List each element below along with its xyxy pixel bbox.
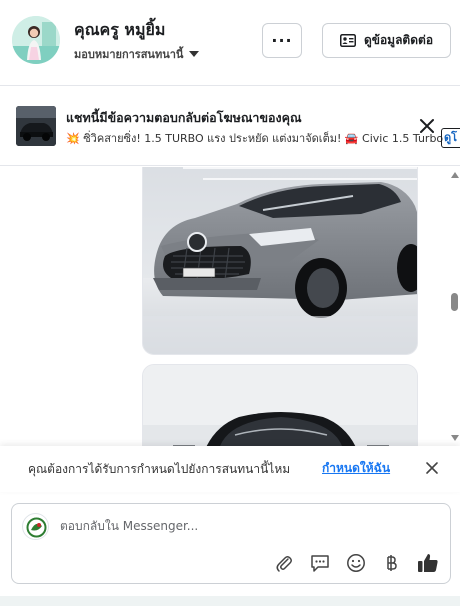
view-contact-info-button[interactable]: ดูข้อมูลติดต่อ [322, 23, 451, 58]
car-photo-front-view [143, 365, 417, 446]
assign-prompt-bar: คุณต้องการได้รับการกำหนดไปยังการสนทนานี้… [0, 446, 460, 492]
contact-name: คุณครู หมูยิ้ม [74, 20, 166, 39]
ad-reply-banner: แชทนี้มีข้อความตอบกลับต่อโฆษณาของคุณ 💥 ซ… [0, 86, 460, 166]
message-photo-car-top[interactable] [142, 364, 418, 446]
ad-banner-close-glyph [420, 119, 434, 133]
assign-to-me-link[interactable]: กำหนดให้ฉัน [322, 459, 390, 478]
saved-reply-icon[interactable] [309, 552, 331, 574]
thumbs-up-icon[interactable] [417, 552, 439, 574]
conversation-header: คุณครู หมูยิ้ม มอบหมายการสนทนานี้ ··· ดู… [0, 0, 460, 86]
contact-info-label: ดูข้อมูลติดต่อ [363, 33, 434, 47]
contact-card-icon [339, 34, 356, 47]
reply-message-input[interactable] [60, 516, 430, 536]
footer-strip [0, 596, 460, 606]
assign-conversation-dropdown[interactable]: มอบหมายการสนทนานี้ [74, 45, 200, 63]
thumbs-up-glyph [418, 554, 438, 572]
ad-car-image [16, 106, 56, 146]
avatar-photo [12, 16, 60, 64]
ad-message-snippet: 💥 ซิ่วิคสายซิ่ง! 1.5 TURBO แรง ประหยัด แ… [66, 132, 444, 145]
ad-thumbnail[interactable] [16, 106, 56, 146]
baht-glyph [387, 555, 397, 571]
close-icon[interactable] [418, 117, 436, 135]
emoji-icon[interactable] [345, 552, 367, 574]
attachment-glyph [276, 556, 292, 572]
emoji-glyph [347, 554, 365, 572]
scroll-down-arrow-icon[interactable] [451, 435, 459, 441]
message-photo-car-front[interactable] [142, 167, 418, 355]
message-thread[interactable] [0, 167, 460, 446]
more-options-button[interactable]: ··· [262, 23, 302, 58]
scrollbar-thumb[interactable] [451, 293, 458, 311]
assign-prompt-text: คุณต้องการได้รับการกำหนดไปยังการสนทนานี้… [28, 462, 291, 476]
view-ad-button[interactable]: ดูโ [441, 128, 460, 148]
contact-avatar[interactable] [12, 16, 60, 64]
assign-label: มอบหมายการสนทนานี้ [74, 48, 184, 61]
baht-icon[interactable] [380, 552, 402, 574]
ad-banner-title: แชทนี้มีข้อความตอบกลับต่อโฆษณาของคุณ [66, 110, 302, 125]
messenger-conversation-panel: คุณครู หมูยิ้ม มอบหมายการสนทนานี้ ··· ดู… [0, 0, 460, 606]
attachment-icon[interactable] [273, 552, 295, 574]
reply-composer [11, 503, 451, 584]
saved-reply-glyph [311, 555, 329, 572]
page-logo [23, 514, 48, 539]
close-icon[interactable] [424, 460, 440, 476]
more-options-label: ··· [271, 31, 293, 50]
scroll-up-arrow-icon[interactable] [451, 172, 459, 178]
caret-down-icon [189, 51, 200, 57]
prompt-close-glyph [426, 462, 438, 474]
page-avatar [22, 513, 49, 540]
car-photo-front-three-quarter [143, 167, 417, 354]
